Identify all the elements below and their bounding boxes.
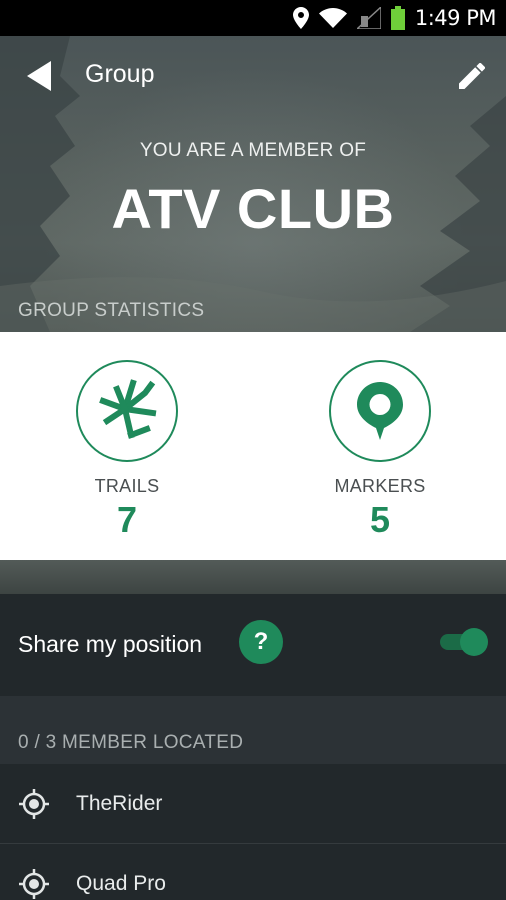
members-header-bar: 0 / 3 MEMBER LOCATED (0, 696, 506, 764)
member-name: Quad Pro (76, 872, 166, 895)
signal-icon (356, 7, 381, 29)
status-bar: 1:49 PM (0, 0, 506, 36)
trails-stat-circle (76, 360, 178, 462)
markers-stat-circle (329, 360, 431, 462)
page-title: Group (85, 60, 155, 88)
markers-label: MARKERS (334, 476, 426, 496)
location-icon (292, 7, 309, 29)
status-time: 1:49 PM (414, 6, 497, 30)
member-name: TheRider (76, 792, 163, 815)
members-located-header: 0 / 3 MEMBER LOCATED (18, 732, 244, 753)
share-position-label: Share my position (18, 631, 203, 657)
member-row-therider[interactable]: TheRider (0, 764, 506, 844)
back-button[interactable] (22, 58, 58, 94)
battery-icon (390, 6, 405, 30)
member-row-quad-pro[interactable]: Quad Pro (0, 844, 506, 900)
member-of-text: YOU ARE A MEMBER OF (139, 140, 367, 161)
trails-count: 7 (116, 499, 138, 540)
edit-pencil-icon (459, 63, 485, 89)
crosshair-icon (19, 869, 49, 899)
group-statistics-header: GROUP STATISTICS (18, 300, 205, 321)
wifi-icon (318, 8, 347, 28)
crosshair-icon (19, 789, 49, 819)
background-strip (0, 560, 506, 594)
help-button[interactable]: ? (239, 620, 283, 664)
trails-icon (99, 379, 157, 439)
share-position-row: Share my position ? (0, 594, 506, 696)
back-arrow-icon (27, 61, 51, 91)
trails-stat[interactable]: TRAILS 7 (27, 360, 227, 541)
edit-button[interactable] (454, 58, 490, 94)
toggle-knob (460, 628, 488, 656)
group-name: ATV CLUB (111, 177, 395, 240)
share-position-toggle[interactable] (440, 628, 488, 656)
markers-count: 5 (369, 499, 391, 540)
group-statistics-card: TRAILS 7 MARKERS 5 (0, 332, 506, 560)
group-hero: Group YOU ARE A MEMBER OF ATV CLUB GROUP… (0, 36, 506, 332)
marker-pin-icon (357, 382, 403, 440)
trails-label: TRAILS (94, 476, 160, 496)
markers-stat[interactable]: MARKERS 5 (280, 360, 480, 541)
